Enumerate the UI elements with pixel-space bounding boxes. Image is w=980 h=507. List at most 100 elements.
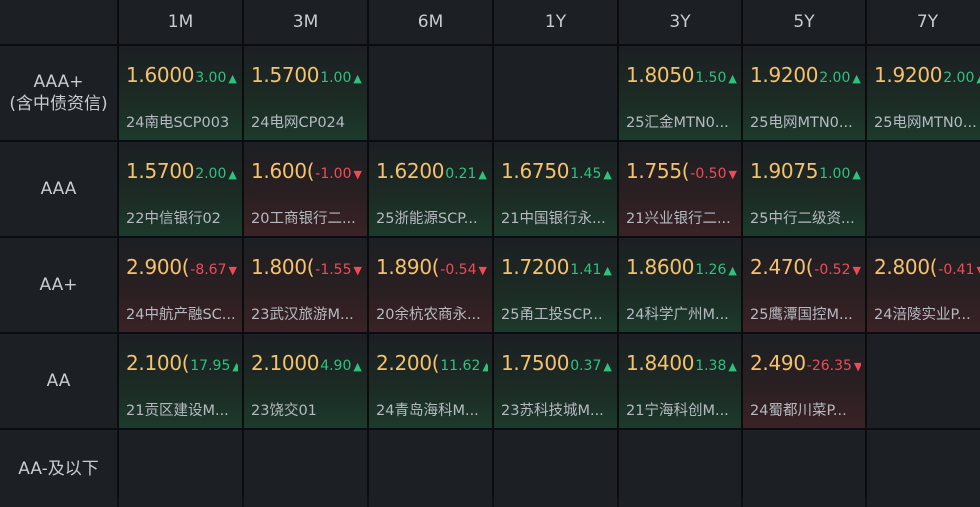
yield-cell[interactable]: 1.800(-1.55▼ 23武汉旅游M... [244, 238, 367, 332]
bond-name: 24电网CP024 [251, 111, 361, 132]
change-bp: -8.67 [190, 262, 226, 278]
row-label-line1: AA [47, 370, 71, 392]
bond-yield-matrix: 1M 3M 6M 1Y 3Y 5Y 7Y AAA+(含中债资信)1.60003.… [0, 0, 980, 497]
yield-cell[interactable]: 1.755(-0.50▼21兴业银行二... [619, 142, 741, 236]
yield-cell[interactable]: 1.67501.45▲21中国银行永... [494, 142, 617, 236]
triangle-up-icon: ▲ [728, 360, 736, 373]
triangle-down-icon: ▼ [354, 264, 362, 277]
change-bp: -0.41 [938, 262, 974, 278]
yield-value-row: 1.57002.00▲ [126, 159, 238, 183]
bond-name: 25鹰潭国控M... [750, 303, 859, 324]
yield-value-row: 2.900(-8.67▼ [126, 255, 238, 279]
bond-name: 21贡区建设M... [126, 399, 236, 420]
yield-cell[interactable]: 1.57002.00▲22中信银行02 [119, 142, 242, 236]
triangle-up-icon: ▲ [852, 168, 860, 181]
yield-cell[interactable]: 1.57001.00▲24电网CP024 [244, 46, 367, 140]
yield-cell[interactable]: 2.100(17.95▲21贡区建设M... [119, 334, 242, 428]
bond-name: 25电网MTN0... [874, 111, 980, 132]
yield-cell[interactable]: 2.470(-0.52▼ 25鹰潭国控M... [743, 238, 865, 332]
yield-cell[interactable]: 1.92002.00▲ 25电网MTN0... [743, 46, 865, 140]
bond-name: 24蜀都川菜P... [750, 399, 859, 420]
empty-cell [619, 430, 741, 507]
change-bp: 0.37 [570, 358, 601, 374]
triangle-up-icon: ▲ [478, 168, 486, 181]
yield-value: 1.9075 [750, 159, 818, 183]
change-bp: 1.26 [695, 262, 726, 278]
yield-value: 2.490 [750, 351, 806, 375]
yield-cell[interactable]: 2.200(11.62▲24青岛海科M... [369, 334, 492, 428]
yield-value-row: 1.84001.38▲ [626, 351, 737, 375]
bond-name: 20余杭农商永... [376, 303, 486, 324]
header-corner [0, 0, 117, 44]
yield-cell[interactable]: 1.80501.50▲25汇金MTN0... [619, 46, 741, 140]
yield-value-row: 2.470(-0.52▼ [750, 255, 861, 279]
change-bp: 4.90 [320, 358, 351, 374]
yield-cell[interactable]: 1.75000.37▲23苏科技城M... [494, 334, 617, 428]
yield-cell[interactable]: 1.890(-0.54▼20余杭农商永... [369, 238, 492, 332]
yield-value-row: 1.92002.00▲ [750, 63, 861, 87]
change-bp: 1.38 [695, 358, 726, 374]
bond-name: 20工商银行二... [251, 207, 361, 228]
yield-cell[interactable]: 1.84001.38▲ 21宁海科创M... [619, 334, 741, 428]
change-bp: 1.50 [695, 70, 726, 86]
yield-cell[interactable]: 2.900(-8.67▼ 24中航产融SC... [119, 238, 242, 332]
yield-value: 1.7200 [501, 255, 569, 279]
change-bp: 11.62 [440, 358, 480, 374]
change-bp: -0.52 [814, 262, 850, 278]
triangle-down-icon: ▼ [229, 264, 237, 277]
bond-name: 21宁海科创M... [626, 399, 735, 420]
yield-cell[interactable]: 2.10004.90▲23饶交01 [244, 334, 367, 428]
empty-cell [244, 430, 367, 507]
yield-cell[interactable]: 1.62000.21▲25浙能源SCP... [369, 142, 492, 236]
bond-name: 25电网MTN0... [750, 111, 859, 132]
yield-cell[interactable]: 2.800(-0.41▼24涪陵实业P... [867, 238, 980, 332]
row-label: AA+ [0, 238, 117, 332]
change-bp: 17.95 [190, 358, 230, 374]
header-tenor-3m[interactable]: 3M [244, 0, 367, 44]
row-label: AA-及以下 [0, 430, 117, 507]
yield-cell[interactable]: 1.60003.00▲24南电SCP003 [119, 46, 242, 140]
change-bp: -1.55 [315, 262, 351, 278]
yield-cell[interactable]: 1.600(-1.00▼ 20工商银行二... [244, 142, 367, 236]
bond-name: 24南电SCP003 [126, 111, 236, 132]
change-bp: 2.00 [195, 166, 226, 182]
yield-cell[interactable]: 1.86001.26▲24科学广州M... [619, 238, 741, 332]
header-tenor-6m[interactable]: 6M [369, 0, 492, 44]
empty-cell [369, 430, 492, 507]
yield-value: 1.8050 [626, 63, 694, 87]
yield-cell[interactable]: 1.72001.41▲25甬工投SCP... [494, 238, 617, 332]
change-bp: 3.00 [195, 70, 226, 86]
yield-value: 1.8600 [626, 255, 694, 279]
change-bp: -0.50 [690, 166, 726, 182]
change-bp: 1.00 [320, 70, 351, 86]
yield-cell[interactable]: 1.92002.00▲25电网MTN0... [867, 46, 980, 140]
triangle-up-icon: ▲ [232, 360, 238, 373]
triangle-down-icon: ▼ [354, 168, 362, 181]
empty-cell [119, 430, 242, 507]
yield-value-row: 1.86001.26▲ [626, 255, 737, 279]
triangle-down-icon: ▼ [479, 264, 487, 277]
header-tenor-1m[interactable]: 1M [119, 0, 242, 44]
row-label-line1: AA+ [40, 274, 78, 296]
yield-cell[interactable]: 1.90751.00▲25中行二级资... [743, 142, 865, 236]
header-tenor-1y[interactable]: 1Y [494, 0, 617, 44]
row-label: AAA+(含中债资信) [0, 46, 117, 140]
yield-value: 1.7500 [501, 351, 569, 375]
yield-value: 1.5700 [126, 159, 194, 183]
header-tenor-3y[interactable]: 3Y [619, 0, 741, 44]
header-tenor-5y[interactable]: 5Y [743, 0, 865, 44]
header-tenor-7y[interactable]: 7Y [867, 0, 980, 44]
triangle-down-icon: ▼ [854, 360, 861, 373]
yield-value: 1.600( [251, 159, 314, 183]
bond-name: 24中航产融SC... [126, 303, 236, 324]
bond-name: 25浙能源SCP... [376, 207, 486, 228]
triangle-up-icon: ▲ [728, 72, 736, 85]
change-bp: 2.00 [819, 70, 850, 86]
change-bp: -1.00 [315, 166, 351, 182]
yield-cell[interactable]: 2.490-26.35▼ 24蜀都川菜P... [743, 334, 865, 428]
change-bp: -26.35 [807, 358, 852, 374]
yield-value-row: 1.800(-1.55▼ [251, 255, 363, 279]
change-bp: 2.00 [943, 70, 974, 86]
bond-name: 23武汉旅游M... [251, 303, 361, 324]
empty-cell [494, 46, 617, 140]
